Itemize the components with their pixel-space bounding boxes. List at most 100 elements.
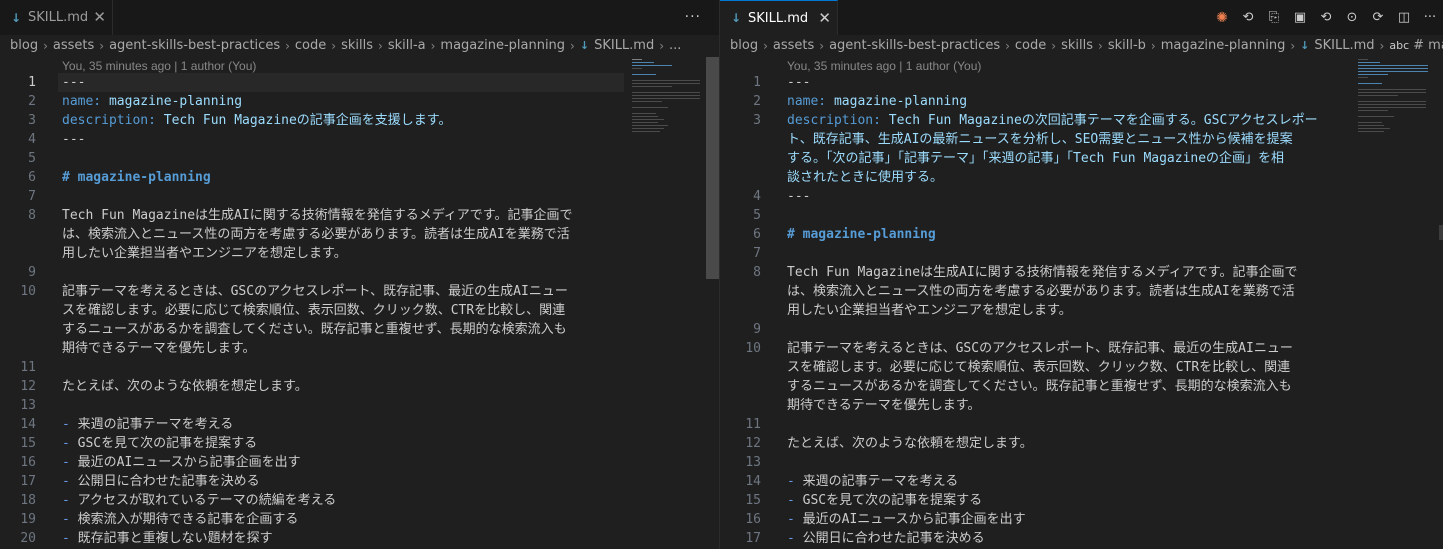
chevron-right-icon: › <box>1379 39 1385 53</box>
breadcrumb-item[interactable]: agent-skills-best-practices <box>829 35 1000 57</box>
line-number: 10 <box>20 284 36 299</box>
line-text: 用したい企業担当者やエンジニアを想定します。 <box>62 246 347 261</box>
line-number: 14 <box>745 474 761 489</box>
line-number: 16 <box>20 455 36 470</box>
yaml-value: Tech Fun Magazineの記事企画を支援します。 <box>155 113 452 128</box>
open-changes-icon[interactable]: ⎘ <box>1261 7 1287 29</box>
breadcrumb: blog › assets › agent-skills-best-practice… <box>720 35 1443 57</box>
chevron-right-icon: › <box>659 39 665 53</box>
symbol-string-icon: abc <box>1389 39 1410 52</box>
list-item-text: 最近のAIニュースから記事企画を出す <box>802 512 1026 527</box>
line-number: 4 <box>28 132 36 147</box>
line-number: 9 <box>28 265 36 280</box>
right-editor[interactable]: You, 35 minutes ago | 1 author (You) 1 -… <box>720 57 1443 549</box>
line-number: 6 <box>753 227 761 242</box>
breadcrumb-item[interactable]: assets <box>53 35 94 57</box>
yaml-value: magazine-planning <box>101 94 243 109</box>
left-editor[interactable]: You, 35 minutes ago | 1 author (You) 1 -… <box>0 57 719 549</box>
list-item-text: GSCを見て次の記事を提案する <box>802 493 983 508</box>
list-item-text: 公開日に合わせた記事を決める <box>77 474 260 489</box>
breadcrumb-symbol[interactable]: # magazine-pla <box>1413 35 1443 57</box>
line-number: 17 <box>20 474 36 489</box>
copilot-spark-icon[interactable]: ✺ <box>1209 7 1235 29</box>
overview-ruler-marker <box>1439 225 1443 240</box>
yaml-value: Tech Fun Magazineの次回記事テーマを企画する。GSCアクセスレポ… <box>880 113 1318 128</box>
breadcrumb-file[interactable]: SKILL.md <box>594 35 654 57</box>
list-dash: - <box>62 417 78 432</box>
breadcrumb-item[interactable]: skills <box>341 35 373 57</box>
list-dash: - <box>62 493 78 508</box>
chevron-right-icon: › <box>43 39 48 53</box>
line-text: たとえば、次のような依頼を想定します。 <box>62 379 308 394</box>
line-number: 3 <box>28 113 36 128</box>
breadcrumb-file[interactable]: SKILL.md <box>1314 35 1374 57</box>
line-text: スを確認します。必要に応じて検索順位、表示回数、クリック数、CTRを比較し、関連 <box>62 303 566 318</box>
go-forward-icon[interactable]: ⟳ <box>1365 7 1391 29</box>
list-item-text: GSCを見て次の記事を提案する <box>77 436 258 451</box>
breadcrumb-item[interactable]: magazine-planning <box>440 35 565 57</box>
minimap[interactable] <box>632 59 704 139</box>
line-number: 2 <box>753 94 761 109</box>
timeline-history-icon[interactable]: ⟲ <box>1235 7 1261 29</box>
breadcrumb-ellipsis[interactable]: ... <box>669 35 681 57</box>
go-back-icon[interactable]: ⟲ <box>1313 7 1339 29</box>
chevron-right-icon: › <box>430 39 436 53</box>
breadcrumb-item[interactable]: magazine-planning <box>1161 35 1286 57</box>
yaml-key: description: <box>62 113 156 128</box>
minimap[interactable] <box>1358 59 1430 139</box>
line-number: 8 <box>28 208 36 223</box>
chevron-right-icon: › <box>1150 39 1156 53</box>
left-tab-skill-md[interactable]: ↓ SKILL.md ✕ <box>0 0 113 35</box>
yaml-value: magazine-planning <box>826 94 968 109</box>
line-text: --- <box>787 189 811 204</box>
breadcrumb-item[interactable]: skills <box>1061 35 1093 57</box>
yaml-value: 談されたときに使用する。 <box>787 170 944 185</box>
chevron-right-icon: › <box>819 39 825 53</box>
line-text: 用したい企業担当者やエンジニアを想定します。 <box>787 303 1072 318</box>
chevron-right-icon: › <box>763 39 768 53</box>
breadcrumb-item[interactable]: agent-skills-best-practices <box>109 35 280 57</box>
line-text: 期待できるテーマを優先します。 <box>787 398 981 413</box>
line-text: は、検索流入とニュース性の両方を考慮する必要があります。読者は生成AIを業務で活 <box>787 284 1295 299</box>
code-line: 1 --- <box>0 73 640 92</box>
breadcrumb-item[interactable]: blog <box>10 35 38 57</box>
line-text: するニュースがあるかを調査してください。既存記事と重複せず、長期的な検索流入も <box>787 379 1292 394</box>
line-number: 12 <box>745 436 761 451</box>
breadcrumb-item[interactable]: blog <box>730 35 758 57</box>
right-tab-skill-md[interactable]: ↓ SKILL.md ✕ <box>720 0 838 35</box>
breadcrumb-item[interactable]: code <box>295 35 326 57</box>
markdown-icon: ↓ <box>579 39 590 52</box>
go-to-change-icon[interactable]: ⊙ <box>1339 7 1365 29</box>
breadcrumb-item[interactable]: assets <box>773 35 814 57</box>
list-item-text: 来週の記事テーマを考える <box>77 417 234 432</box>
markdown-icon: ↓ <box>1300 39 1310 52</box>
split-editor-icon[interactable]: ◫ <box>1391 7 1417 29</box>
line-text: Tech Fun Magazineは生成AIに関する技術情報を発信するメディアで… <box>62 208 573 223</box>
line-text: 期待できるテーマを優先します。 <box>62 341 256 356</box>
markdown-icon: ↓ <box>10 10 22 25</box>
chevron-right-icon: › <box>570 39 575 53</box>
chevron-right-icon: › <box>99 39 105 53</box>
left-editor-group: ↓ SKILL.md ✕ ··· blog › assets › agent-ski… <box>0 0 720 549</box>
list-item-text: 既存記事と重複しない題材を探す <box>77 531 273 546</box>
line-number: 1 <box>28 75 36 90</box>
breadcrumb-item[interactable]: skill-b <box>1108 35 1146 57</box>
more-actions-icon[interactable]: ··· <box>685 9 701 25</box>
yaml-key: name: <box>787 94 827 109</box>
list-dash: - <box>62 531 78 546</box>
close-icon[interactable]: ✕ <box>93 9 106 25</box>
vertical-scrollbar[interactable] <box>706 57 719 279</box>
chevron-right-icon: › <box>378 39 383 53</box>
heading-text: # magazine-planning <box>62 170 211 185</box>
preview-icon[interactable]: ▣ <box>1287 7 1313 29</box>
line-number: 20 <box>20 531 36 546</box>
breadcrumb-item[interactable]: code <box>1015 35 1046 57</box>
breadcrumb-item[interactable]: skill-a <box>388 35 426 57</box>
tab-title: SKILL.md <box>28 10 89 25</box>
codelens-blame[interactable]: You, 35 minutes ago | 1 author (You) <box>787 57 981 75</box>
line-number: 2 <box>28 94 36 109</box>
list-dash: - <box>787 512 803 527</box>
line-text: するニュースがあるかを調査してください。既存記事と重複せず、長期的な検索流入も <box>62 322 567 337</box>
more-actions-icon[interactable]: ··· <box>1417 7 1443 29</box>
close-icon[interactable]: ✕ <box>818 10 831 26</box>
